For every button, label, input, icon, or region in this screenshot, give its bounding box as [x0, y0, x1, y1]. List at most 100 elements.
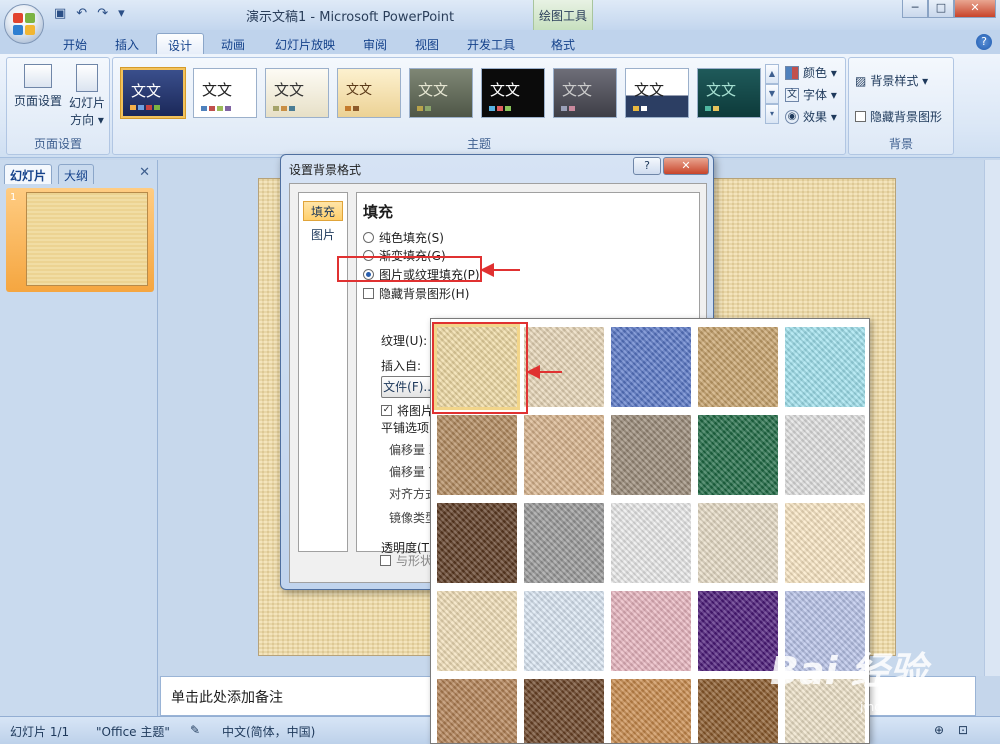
hide-background-checkbox[interactable]: 隐藏背景图形: [855, 108, 942, 125]
group-page-setup: 页面设置 幻灯片 方向 ▾ 页面设置: [6, 57, 110, 155]
close-button[interactable]: ✕: [954, 0, 996, 18]
texture-tile[interactable]: [785, 503, 865, 583]
texture-tile[interactable]: [698, 327, 778, 407]
slide-thumbnail-item[interactable]: 1: [6, 188, 154, 292]
watermark: Bai 经验: [770, 649, 927, 693]
tab-view[interactable]: 视图: [408, 33, 446, 54]
save-icon[interactable]: ▣: [54, 6, 66, 21]
slide-orientation-button[interactable]: 幻灯片 方向 ▾: [65, 64, 109, 128]
nav-fill[interactable]: 填充: [303, 201, 343, 221]
undo-icon[interactable]: ↶: [76, 6, 87, 21]
texture-tile[interactable]: [437, 415, 517, 495]
customize-icon[interactable]: ▾: [118, 6, 125, 21]
texture-tile[interactable]: [698, 503, 778, 583]
tab-format[interactable]: 格式: [540, 33, 586, 54]
texture-tile[interactable]: [437, 591, 517, 671]
texture-tile[interactable]: [524, 415, 604, 495]
highlight-box: [337, 256, 482, 282]
texture-tile[interactable]: [524, 679, 604, 743]
texture-tile[interactable]: [611, 415, 691, 495]
texture-tile[interactable]: [698, 679, 778, 743]
insert-from-label: 插入自:: [381, 359, 422, 373]
slide-number: 1: [10, 192, 17, 203]
texture-label: 纹理(U):: [381, 334, 428, 348]
background-styles-button[interactable]: ▨ 背景样式 ▾: [855, 72, 928, 89]
theme-1[interactable]: 文文: [121, 68, 185, 118]
background-styles-icon: ▨: [855, 73, 867, 88]
texture-tile[interactable]: [524, 503, 604, 583]
scroll-down-icon[interactable]: ▼: [765, 84, 779, 104]
texture-tile[interactable]: [611, 591, 691, 671]
texture-tile[interactable]: [611, 327, 691, 407]
theme-7[interactable]: 文文: [553, 68, 617, 118]
texture-tile[interactable]: [611, 503, 691, 583]
texture-tile[interactable]: [437, 503, 517, 583]
scroll-up-icon[interactable]: ▲: [765, 64, 779, 84]
status-language: 中文(简体，中国): [222, 725, 316, 739]
checkbox-checked-icon[interactable]: ✓: [381, 405, 392, 416]
tab-slideshow[interactable]: 幻灯片放映: [268, 33, 342, 54]
status-slide-count: 幻灯片 1/1: [10, 725, 70, 739]
texture-tile[interactable]: [698, 415, 778, 495]
file-button[interactable]: 文件(F)...: [381, 376, 437, 398]
office-button[interactable]: [4, 4, 44, 44]
checkbox-icon[interactable]: [855, 111, 866, 122]
title-bar: ▣ ↶ ↷ ▾ 演示文稿1 - Microsoft PowerPoint 绘图工…: [0, 0, 1000, 44]
tab-slides[interactable]: 幻灯片: [4, 164, 53, 184]
vertical-scrollbar[interactable]: [984, 160, 1000, 676]
more-icon[interactable]: ▾: [765, 104, 779, 124]
help-icon[interactable]: ?: [976, 34, 992, 50]
slides-pane: 幻灯片 大纲 ✕ 1: [0, 160, 158, 716]
tab-design[interactable]: 设计: [156, 33, 204, 54]
status-theme: "Office 主题": [96, 725, 170, 739]
texture-tile[interactable]: [785, 415, 865, 495]
redo-icon[interactable]: ↷: [97, 6, 108, 21]
watermark-sub: jingyan.baidu.com: [860, 700, 971, 714]
nav-picture[interactable]: 图片: [303, 225, 343, 245]
effects-icon: ◉: [785, 109, 799, 124]
theme-3[interactable]: 文文: [265, 68, 329, 118]
theme-4[interactable]: 文文: [337, 68, 401, 118]
maximize-button[interactable]: □: [928, 0, 954, 18]
texture-tile[interactable]: [698, 591, 778, 671]
texture-tile[interactable]: [524, 591, 604, 671]
theme-fonts-button[interactable]: 文字体 ▾: [785, 86, 837, 103]
page-setup-button[interactable]: 页面设置: [11, 64, 65, 109]
dialog-title: 设置背景格式: [289, 163, 362, 177]
theme-5[interactable]: 文文: [409, 68, 473, 118]
theme-9[interactable]: 文文: [697, 68, 761, 118]
texture-tile[interactable]: [611, 679, 691, 743]
tab-insert[interactable]: 插入: [108, 33, 146, 54]
checkbox-icon[interactable]: [363, 288, 374, 299]
dialog-help-button[interactable]: ?: [633, 157, 661, 175]
theme-gallery-scroll[interactable]: ▲ ▼ ▾: [765, 64, 779, 124]
group-background: ▨ 背景样式 ▾ 隐藏背景图形 背景: [848, 57, 954, 155]
zoom-in-icon[interactable]: ⊕: [934, 723, 944, 737]
slide-thumbnail[interactable]: [26, 192, 148, 286]
dialog-close-button[interactable]: ✕: [663, 157, 709, 175]
spellcheck-icon[interactable]: ✎: [190, 723, 200, 737]
tab-animation[interactable]: 动画: [214, 33, 252, 54]
tab-developer[interactable]: 开发工具: [460, 33, 522, 54]
solid-fill-option[interactable]: 纯色填充(S): [363, 229, 444, 246]
texture-tile[interactable]: [437, 679, 517, 743]
radio-icon[interactable]: [363, 232, 374, 243]
theme-8[interactable]: 文文: [625, 68, 689, 118]
tab-outline[interactable]: 大纲: [58, 164, 95, 184]
hide-background-graphics-option[interactable]: 隐藏背景图形(H): [363, 285, 469, 302]
colors-icon: [785, 65, 799, 80]
minimize-button[interactable]: ─: [902, 0, 928, 18]
tab-home[interactable]: 开始: [56, 33, 94, 54]
theme-effects-button[interactable]: ◉ 效果 ▾: [785, 108, 837, 125]
quick-access-toolbar: ▣ ↶ ↷ ▾: [54, 6, 125, 21]
group-label-background: 背景: [888, 137, 913, 151]
theme-2[interactable]: 文文: [193, 68, 257, 118]
texture-tile[interactable]: [785, 327, 865, 407]
close-pane-icon[interactable]: ✕: [139, 165, 150, 180]
theme-colors-button[interactable]: 颜色 ▾: [785, 64, 837, 81]
fit-window-icon[interactable]: ⊡: [958, 723, 968, 737]
slides-pane-tabs: 幻灯片 大纲 ✕: [4, 162, 154, 184]
tab-review[interactable]: 审阅: [356, 33, 394, 54]
theme-6[interactable]: 文文: [481, 68, 545, 118]
checkbox-icon[interactable]: [380, 555, 391, 566]
